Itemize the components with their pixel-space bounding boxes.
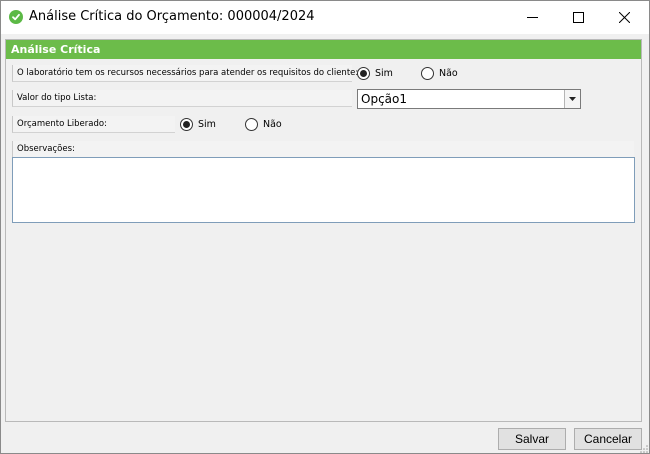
minimize-button[interactable]	[509, 1, 555, 33]
radio-label: Sim	[375, 68, 393, 79]
dialog-window: Análise Crítica do Orçamento: 000004/202…	[0, 0, 650, 454]
radio-unchecked-icon	[245, 118, 258, 131]
recursos-radio-nao[interactable]: Não	[421, 67, 458, 80]
check-circle-icon	[9, 10, 23, 24]
liberado-radio-nao[interactable]: Não	[245, 118, 282, 131]
radio-label: Sim	[198, 119, 216, 130]
radio-unchecked-icon	[421, 67, 434, 80]
title-bar[interactable]: Análise Crítica do Orçamento: 000004/202…	[1, 1, 649, 34]
observacoes-textarea[interactable]	[12, 157, 635, 223]
radio-checked-icon	[180, 118, 193, 131]
lista-selected-value: Opção1	[361, 92, 407, 106]
section-header: Análise Crítica	[6, 40, 641, 59]
dropdown-button[interactable]	[564, 90, 580, 108]
maximize-icon	[572, 11, 584, 23]
window-title: Análise Crítica do Orçamento: 000004/202…	[29, 9, 315, 24]
cancel-button[interactable]: Cancelar	[574, 428, 642, 450]
recursos-label: O laboratório tem os recursos necessário…	[12, 65, 358, 82]
liberado-label: Orçamento Liberado:	[12, 116, 175, 133]
resize-grip-icon[interactable]	[640, 445, 648, 453]
radio-label: Não	[263, 119, 282, 130]
chevron-down-icon	[569, 97, 576, 101]
radio-label: Não	[439, 68, 458, 79]
close-button[interactable]	[601, 1, 647, 33]
observacoes-label: Observações:	[12, 141, 634, 158]
maximize-button[interactable]	[555, 1, 601, 33]
lista-label: Valor do tipo Lista:	[12, 90, 352, 107]
liberado-radio-sim[interactable]: Sim	[180, 118, 216, 131]
recursos-radio-sim[interactable]: Sim	[357, 67, 393, 80]
save-button[interactable]: Salvar	[498, 428, 566, 450]
form-panel: Análise Crítica O laboratório tem os rec…	[5, 39, 642, 422]
close-icon	[618, 11, 630, 23]
radio-checked-icon	[357, 67, 370, 80]
minimize-icon	[526, 16, 538, 18]
lista-select[interactable]: Opção1	[357, 89, 581, 109]
